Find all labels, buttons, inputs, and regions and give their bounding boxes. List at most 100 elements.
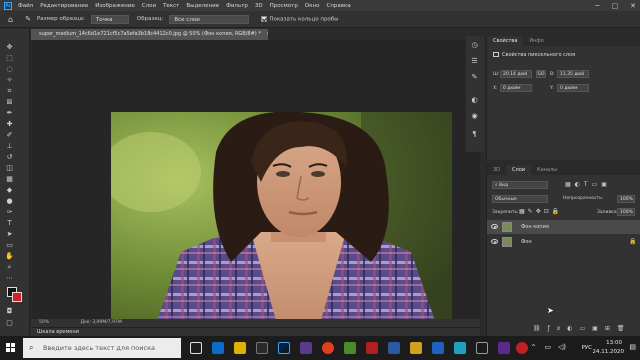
app-icon[interactable] [476,342,488,354]
eraser-tool-icon[interactable]: ◫ [5,164,14,173]
maximize-button[interactable]: □ [612,2,619,10]
app-icon[interactable] [410,342,422,354]
history-brush-icon[interactable]: ↺ [5,153,14,162]
minimize-button[interactable]: ─ [595,2,599,10]
history-panel-icon[interactable]: ◷ [470,41,479,50]
taskbar-search-input[interactable]: ⌕ Введите здесь текст для поиска [23,338,181,358]
network-icon[interactable]: ▭ [544,343,551,351]
adjustments-panel-icon[interactable]: ◐ [470,96,479,105]
width-field[interactable]: 20,14 дюй [500,70,532,78]
app-icon[interactable] [516,342,528,354]
menu-type[interactable]: Текст [163,3,179,9]
marquee-tool-icon[interactable]: ⬚ [5,54,14,63]
hand-tool-icon[interactable]: ✋ [5,252,14,261]
app-icon[interactable] [454,342,466,354]
notifications-icon[interactable]: ▤ [629,343,636,351]
tab-3d[interactable]: 3D [487,165,506,175]
lasso-tool-icon[interactable]: ◌ [5,65,14,74]
fill-field[interactable]: 100% [617,208,635,216]
blur-tool-icon[interactable]: ◆ [5,186,14,195]
text-panel-icon[interactable]: ¶ [470,130,479,139]
edge-icon[interactable] [212,342,224,354]
quick-select-tool-icon[interactable]: ✧ [5,76,14,85]
show-ring-checkbox[interactable] [261,15,268,22]
gradient-tool-icon[interactable]: ▦ [5,175,14,184]
lock-icons[interactable]: ▦✎✥⊡🔒 [519,208,562,215]
eyedropper-icon[interactable]: ✒ [5,109,14,118]
visibility-eye-icon[interactable] [491,239,498,244]
zoom-level[interactable]: 50% [39,320,49,325]
menu-layers[interactable]: Слои [142,3,156,9]
document-image[interactable] [111,112,452,338]
healing-brush-icon[interactable]: ✚ [5,120,14,129]
windows-start-icon[interactable] [6,343,16,353]
tab-properties[interactable]: Свойства [487,36,524,46]
sample-size-select[interactable]: Точка [90,14,129,24]
file-explorer-icon[interactable] [234,342,246,354]
tab-layers[interactable]: Слои [506,165,532,175]
color-panel-icon[interactable]: ◉ [470,112,479,121]
app-icon[interactable] [498,342,510,354]
clock-time[interactable]: 13:00 [606,340,622,346]
home-icon[interactable]: ⌂ [8,15,13,24]
visibility-eye-icon[interactable] [491,224,498,229]
clock-date[interactable]: 24.11.2020 [593,349,625,355]
show-ring-option[interactable]: Показать кольцо пробы [261,15,339,22]
x-field[interactable]: 0 дюйм [500,84,532,92]
menu-filter[interactable]: Фильтр [226,3,248,9]
menu-3d[interactable]: 3D [255,3,263,9]
stamp-tool-icon[interactable]: ⊥ [5,142,14,151]
eyedropper-tool-icon[interactable]: ✎ [25,15,31,23]
pen-tool-icon[interactable]: ✑ [5,208,14,217]
timeline-panel-tab[interactable]: Шкала времени [31,327,480,336]
dodge-tool-icon[interactable]: ● [5,197,14,206]
volume-icon[interactable]: ◁) [558,343,566,351]
frame-tool-icon[interactable]: ⊠ [5,98,14,107]
shape-tool-icon[interactable]: ▭ [5,241,14,250]
y-field[interactable]: 0 дюйм [557,84,589,92]
background-color-swatch[interactable] [12,292,22,302]
brush-panel-icon[interactable]: ✎ [470,73,479,82]
type-tool-icon[interactable]: T [5,219,14,228]
menu-image[interactable]: Изображение [95,3,135,9]
crop-tool-icon[interactable]: ⌗ [5,87,14,96]
layer-row[interactable]: Фон копия [487,220,640,234]
app-icon[interactable] [432,342,444,354]
canvas-area[interactable] [31,40,480,338]
close-button[interactable]: ✕ [630,2,636,10]
move-tool-icon[interactable]: ✥ [5,43,14,52]
height-field[interactable]: 11,35 дюй [557,70,589,78]
layers-footer-buttons[interactable]: ⛓ƒx◐▭▣⊞🗑 [533,325,632,332]
layer-kind-filter[interactable]: ⌕ Вид [492,181,548,189]
chrome-icon[interactable] [322,342,334,354]
app-icon[interactable] [300,342,312,354]
layer-filter-icons[interactable]: ▦◐T▭▣ [565,181,611,188]
blend-mode-select[interactable]: Обычные [492,195,548,203]
properties-panel-icon[interactable]: ☰ [470,57,479,66]
zoom-tool-icon[interactable]: ⌕ [5,263,14,272]
app-icon[interactable] [344,342,356,354]
menu-help[interactable]: Справка [326,3,350,9]
app-icon[interactable] [388,342,400,354]
link-dimensions-button[interactable]: GO [536,70,546,78]
screen-mode-icon[interactable]: ▢ [5,319,14,328]
menu-window[interactable]: Окно [305,3,320,9]
document-tab[interactable]: super_medium_14c6d1e721cf5c7a5efa3b18c44… [31,29,268,40]
menu-view[interactable]: Просмотр [270,3,298,9]
menu-edit[interactable]: Редактирование [40,3,88,9]
tab-info[interactable]: Инфо [523,36,549,46]
more-tools-icon[interactable]: ⋯ [5,274,14,283]
opacity-field[interactable]: 100% [617,195,635,203]
language-indicator[interactable]: РУС [581,345,592,351]
store-icon[interactable] [256,342,268,354]
tab-channels[interactable]: Каналы [531,165,563,175]
menu-file[interactable]: Файл [18,3,33,9]
brush-tool-icon[interactable]: ✐ [5,131,14,140]
tray-chevron-icon[interactable]: ^ [531,344,536,351]
menu-select[interactable]: Выделение [186,3,219,9]
photoshop-taskbar-icon[interactable] [278,342,290,354]
quick-mask-icon[interactable]: ◘ [5,307,14,316]
task-view-icon[interactable] [190,342,202,354]
path-select-icon[interactable]: ➤ [5,230,14,239]
app-icon[interactable] [366,342,378,354]
